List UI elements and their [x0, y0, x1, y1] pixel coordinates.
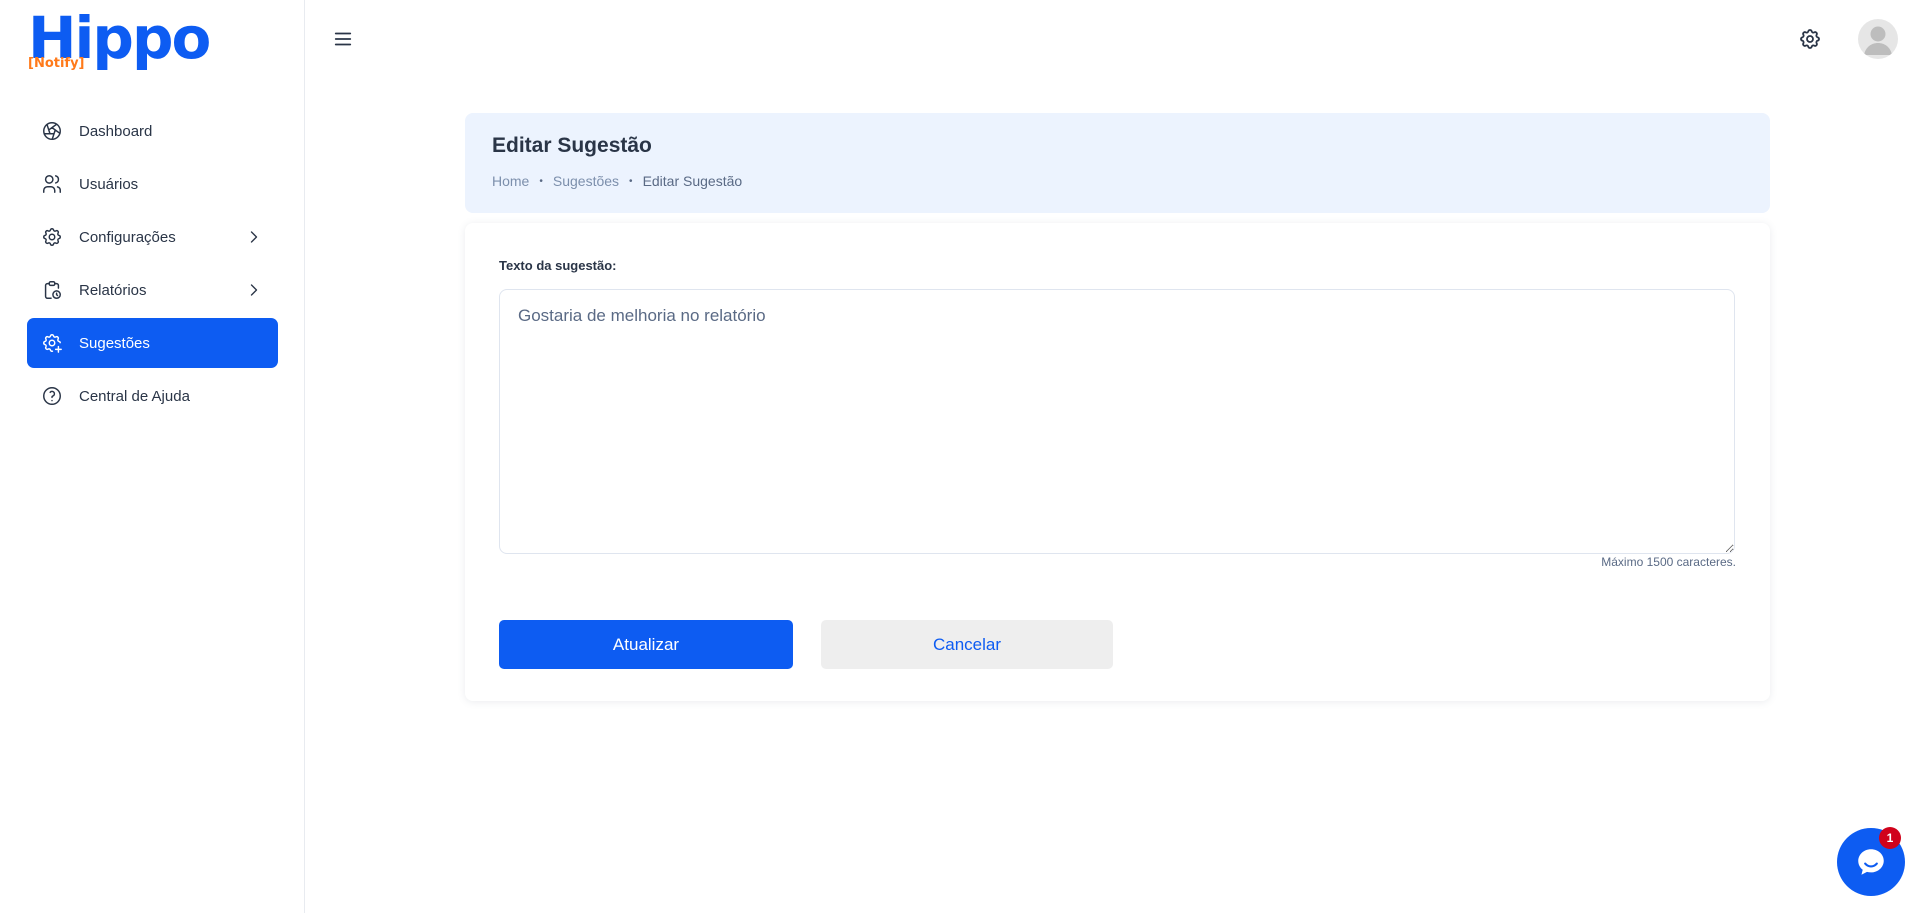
help-circle-icon: [40, 384, 64, 408]
breadcrumb-home[interactable]: Home: [492, 173, 529, 189]
sidebar-item-label: Sugestões: [79, 334, 150, 352]
hamburger-icon[interactable]: [332, 28, 354, 50]
sidebar-item-configuracoes[interactable]: Configurações: [27, 212, 278, 262]
gear-plus-icon: [40, 331, 64, 355]
sidebar-item-label: Relatórios: [79, 281, 147, 299]
gear-icon: [40, 225, 64, 249]
character-limit-hint: Máximo 1500 caracteres.: [1601, 555, 1736, 569]
sidebar-item-sugestoes[interactable]: Sugestões: [27, 318, 278, 368]
sidebar: Hippo [Notify] Dashboard Usuários Config…: [0, 0, 305, 913]
chevron-right-icon: [250, 284, 258, 296]
brand-logo[interactable]: Hippo [Notify]: [28, 6, 211, 76]
cancel-button[interactable]: Cancelar: [821, 620, 1113, 669]
sidebar-item-label: Configurações: [79, 228, 176, 246]
chat-notification-badge: 1: [1879, 827, 1901, 849]
aperture-icon: [40, 119, 64, 143]
page-header: Editar Sugestão Home • Sugestões • Edita…: [465, 113, 1770, 213]
logo-tagline: [Notify]: [28, 56, 85, 71]
sidebar-item-relatorios[interactable]: Relatórios: [27, 265, 278, 315]
breadcrumb-current: Editar Sugestão: [642, 173, 743, 189]
user-avatar-icon[interactable]: [1858, 19, 1898, 59]
clipboard-clock-icon: [40, 278, 64, 302]
update-button[interactable]: Atualizar: [499, 620, 793, 669]
suggestion-text-field[interactable]: Gostaria de melhoria no relatório: [499, 289, 1735, 554]
suggestion-text-label: Texto da sugestão:: [499, 258, 617, 273]
breadcrumb-separator: •: [539, 175, 543, 187]
users-icon: [40, 172, 64, 196]
sidebar-nav: Dashboard Usuários Configurações Relatór…: [27, 106, 278, 424]
sidebar-item-label: Dashboard: [79, 122, 153, 140]
gear-icon[interactable]: [1798, 27, 1822, 51]
suggestion-form: Texto da sugestão: Gostaria de melhoria …: [465, 223, 1770, 701]
chevron-right-icon: [250, 231, 258, 243]
breadcrumb-separator: •: [629, 175, 633, 187]
sidebar-item-central-de-ajuda[interactable]: Central de Ajuda: [27, 371, 278, 421]
breadcrumb-sugestoes[interactable]: Sugestões: [553, 173, 619, 189]
sidebar-item-dashboard[interactable]: Dashboard: [27, 106, 278, 156]
breadcrumb: Home • Sugestões • Editar Sugestão: [492, 173, 742, 189]
sidebar-item-usuarios[interactable]: Usuários: [27, 159, 278, 209]
sidebar-item-label: Usuários: [79, 175, 139, 193]
chat-bubble-icon: [1858, 849, 1884, 875]
sidebar-item-label: Central de Ajuda: [79, 387, 190, 405]
page-title: Editar Sugestão: [492, 134, 652, 157]
